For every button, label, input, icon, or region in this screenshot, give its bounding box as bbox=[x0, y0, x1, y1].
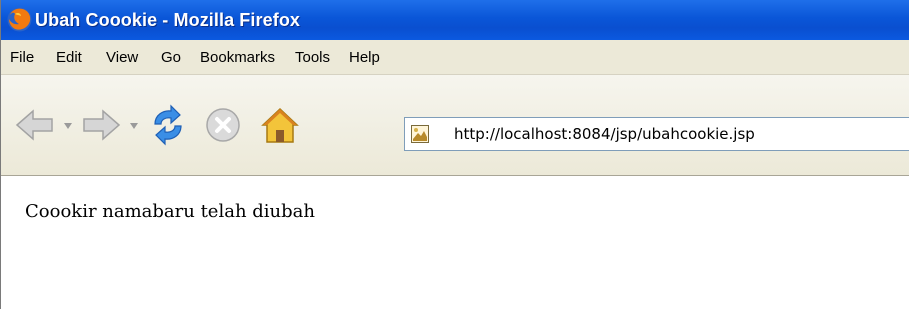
forward-button[interactable] bbox=[79, 103, 123, 147]
back-button[interactable] bbox=[13, 103, 57, 147]
reload-icon bbox=[154, 104, 182, 146]
menu-bookmarks[interactable]: Bookmarks bbox=[200, 49, 275, 66]
reload-button[interactable] bbox=[146, 103, 190, 147]
menu-view[interactable]: View bbox=[106, 49, 138, 66]
menu-edit[interactable]: Edit bbox=[56, 49, 82, 66]
firefox-logo-icon bbox=[7, 7, 32, 32]
menu-file[interactable]: File bbox=[10, 49, 34, 66]
menu-go[interactable]: Go bbox=[161, 49, 181, 66]
home-button[interactable] bbox=[258, 103, 302, 147]
menu-bar: File Edit View Go Bookmarks Tools Help bbox=[1, 40, 909, 75]
title-bar[interactable]: Ubah Coookie - Mozilla Firefox bbox=[1, 0, 909, 40]
menu-tools[interactable]: Tools bbox=[295, 49, 330, 66]
home-icon bbox=[261, 107, 299, 143]
back-arrow-icon bbox=[15, 109, 53, 141]
stop-icon bbox=[206, 108, 240, 142]
window-title: Ubah Coookie - Mozilla Firefox bbox=[35, 10, 301, 30]
status-message: Coookir namabaru telah diubah bbox=[25, 201, 315, 222]
stop-button[interactable] bbox=[201, 103, 245, 147]
navigation-toolbar: http://localhost:8084/jsp/ubahcookie.jsp bbox=[1, 75, 909, 176]
url-text[interactable]: http://localhost:8084/jsp/ubahcookie.jsp bbox=[454, 125, 755, 143]
page-content: Coookir namabaru telah diubah bbox=[1, 176, 909, 309]
menu-help[interactable]: Help bbox=[349, 49, 380, 66]
forward-history-dropdown-icon[interactable] bbox=[129, 122, 139, 130]
browser-window: Ubah Coookie - Mozilla Firefox File Edit… bbox=[0, 0, 909, 309]
address-bar[interactable]: http://localhost:8084/jsp/ubahcookie.jsp bbox=[404, 117, 909, 151]
back-history-dropdown-icon[interactable] bbox=[63, 122, 73, 130]
forward-arrow-icon bbox=[83, 109, 121, 141]
page-favicon-icon bbox=[411, 125, 429, 143]
